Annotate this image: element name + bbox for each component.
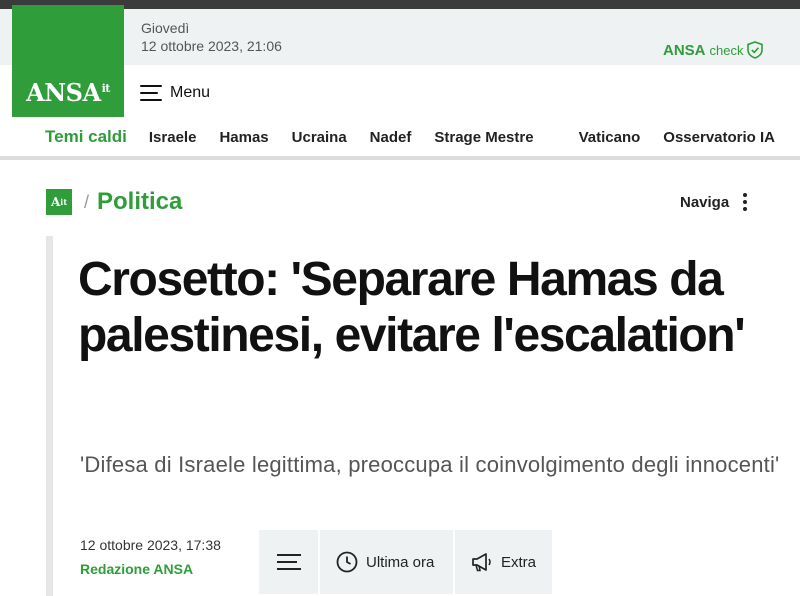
hamburger-icon — [140, 85, 162, 101]
nav-item-nadef[interactable]: Nadef — [370, 129, 412, 146]
nav-divider — [0, 156, 800, 160]
article-subtitle: 'Difesa di Israele legittima, preoccupa … — [80, 452, 780, 477]
nav-item-hamas[interactable]: Hamas — [219, 129, 268, 146]
ultima-ora-label: Ultima ora — [366, 553, 435, 571]
breadcrumb-separator: / — [84, 191, 90, 212]
sections-menu-button[interactable] — [259, 530, 320, 594]
ansa-logo[interactable]: ANSAit — [12, 5, 124, 117]
ansacheck-brand: ANSA — [663, 41, 706, 59]
ansa-small-logo[interactable]: Ait — [46, 189, 72, 215]
hamburger-icon — [276, 554, 301, 570]
nav-item-ucraina[interactable]: Ucraina — [292, 129, 347, 146]
menu-button[interactable]: Menu — [140, 84, 210, 102]
author-link[interactable]: Redazione ANSA — [80, 561, 193, 577]
ansacheck-suffix: check — [709, 42, 744, 58]
extra-label: Extra — [501, 553, 537, 571]
article-headline: Crosetto: 'Separare Hamas da palestinesi… — [78, 253, 746, 362]
ansacheck-link[interactable]: ANSA check — [663, 41, 764, 59]
ultima-ora-button[interactable]: Ultima ora — [320, 530, 455, 594]
temi-caldi-label: Temi caldi — [45, 127, 127, 146]
current-day: Giovedì — [141, 20, 190, 36]
publish-date: 12 ottobre 2023, 17:38 — [80, 537, 221, 553]
article-side-bar — [46, 236, 53, 596]
clock-icon — [336, 551, 358, 573]
shield-check-icon — [747, 41, 764, 59]
section-title[interactable]: Politica — [97, 188, 182, 216]
naviga-label: Naviga — [680, 193, 730, 211]
nav-item-osservatorio-ia[interactable]: Osservatorio IA — [663, 129, 775, 146]
megaphone-icon — [472, 553, 491, 572]
breadcrumb: Ait / Politica — [46, 188, 182, 216]
article-toolbar: Ultima ora Extra — [259, 530, 552, 594]
extra-button[interactable]: Extra — [455, 530, 552, 594]
topics-nav: Temi caldi Israele Hamas Ucraina Nadef S… — [0, 118, 800, 156]
nav-item-strage-mestre[interactable]: Strage Mestre — [434, 129, 533, 146]
nav-item-vaticano[interactable]: Vaticano — [579, 129, 641, 146]
nav-item-israele[interactable]: Israele — [149, 129, 197, 146]
current-datetime: 12 ottobre 2023, 21:06 — [141, 38, 282, 54]
menu-label: Menu — [170, 84, 211, 101]
kebab-menu-icon — [743, 193, 748, 211]
naviga-button[interactable]: Naviga — [680, 193, 748, 211]
logo-text: ANSAit — [26, 78, 110, 107]
